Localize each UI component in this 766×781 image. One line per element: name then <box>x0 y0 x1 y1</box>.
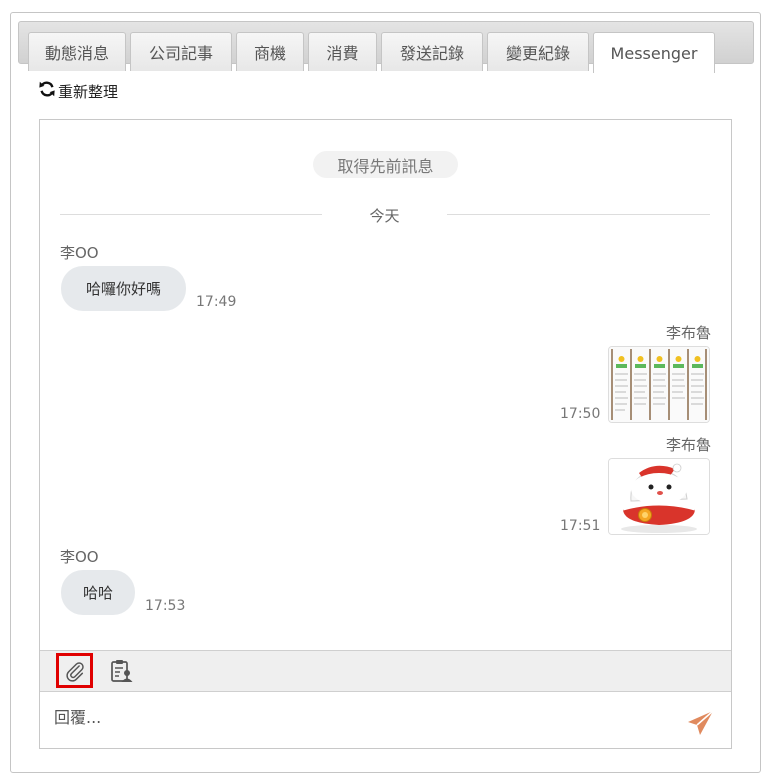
paperclip-icon <box>65 661 84 682</box>
refresh-icon <box>38 80 58 102</box>
message-bubble: 哈囉你好嗎 <box>61 266 186 311</box>
tab-messenger[interactable]: Messenger <box>593 32 715 73</box>
day-divider: 今天 <box>60 205 710 225</box>
message-bubble: 哈哈 <box>61 570 135 615</box>
attach-file-button[interactable] <box>56 653 93 688</box>
message-time: 17:50 <box>560 406 601 422</box>
table-screenshot-icon <box>609 347 709 422</box>
reply-area <box>40 692 731 748</box>
reply-input[interactable] <box>54 700 654 734</box>
refresh-button[interactable]: 重新整理 <box>38 81 118 101</box>
tab-change-log[interactable]: 變更紀錄 <box>487 32 589 71</box>
tab-consumption[interactable]: 消費 <box>308 32 377 71</box>
message-sender: 李布魯 <box>665 324 711 342</box>
tab-news-feed[interactable]: 動態消息 <box>28 32 126 71</box>
message-time: 17:53 <box>145 598 186 614</box>
message-sender: 李OO <box>60 548 99 566</box>
image-message-sticker[interactable] <box>608 458 710 535</box>
send-button[interactable] <box>686 708 716 738</box>
divider-line <box>60 214 322 215</box>
divider-line <box>447 214 710 215</box>
image-message-thumbnail[interactable] <box>608 346 710 423</box>
tab-bar: 動態消息 公司記事 商機 消費 發送記錄 變更紀錄 Messenger <box>18 21 754 73</box>
chat-toolbar <box>40 650 731 692</box>
load-previous-messages-button[interactable]: 取得先前訊息 <box>313 151 458 178</box>
message-time: 17:51 <box>560 518 601 534</box>
messenger-panel: 動態消息 公司記事 商機 消費 發送記錄 變更紀錄 Messenger 重新整理… <box>10 12 761 773</box>
chat-box: 取得先前訊息 今天 李OO 哈囉你好嗎 17:49 李布魯 17:50 李布魯 … <box>39 119 732 749</box>
tab-send-records[interactable]: 發送記錄 <box>381 32 483 71</box>
refresh-label: 重新整理 <box>58 82 119 101</box>
tab-opportunities[interactable]: 商機 <box>236 32 304 71</box>
tab-company-notes[interactable]: 公司記事 <box>130 32 232 71</box>
message-sender: 李布魯 <box>665 436 711 454</box>
insert-template-button[interactable] <box>102 653 139 688</box>
cartoon-sticker-icon <box>609 459 709 534</box>
clipboard-user-icon <box>110 659 132 682</box>
day-label: 今天 <box>369 207 400 225</box>
message-time: 17:49 <box>196 294 237 310</box>
message-sender: 李OO <box>60 244 99 262</box>
send-icon <box>688 710 714 735</box>
